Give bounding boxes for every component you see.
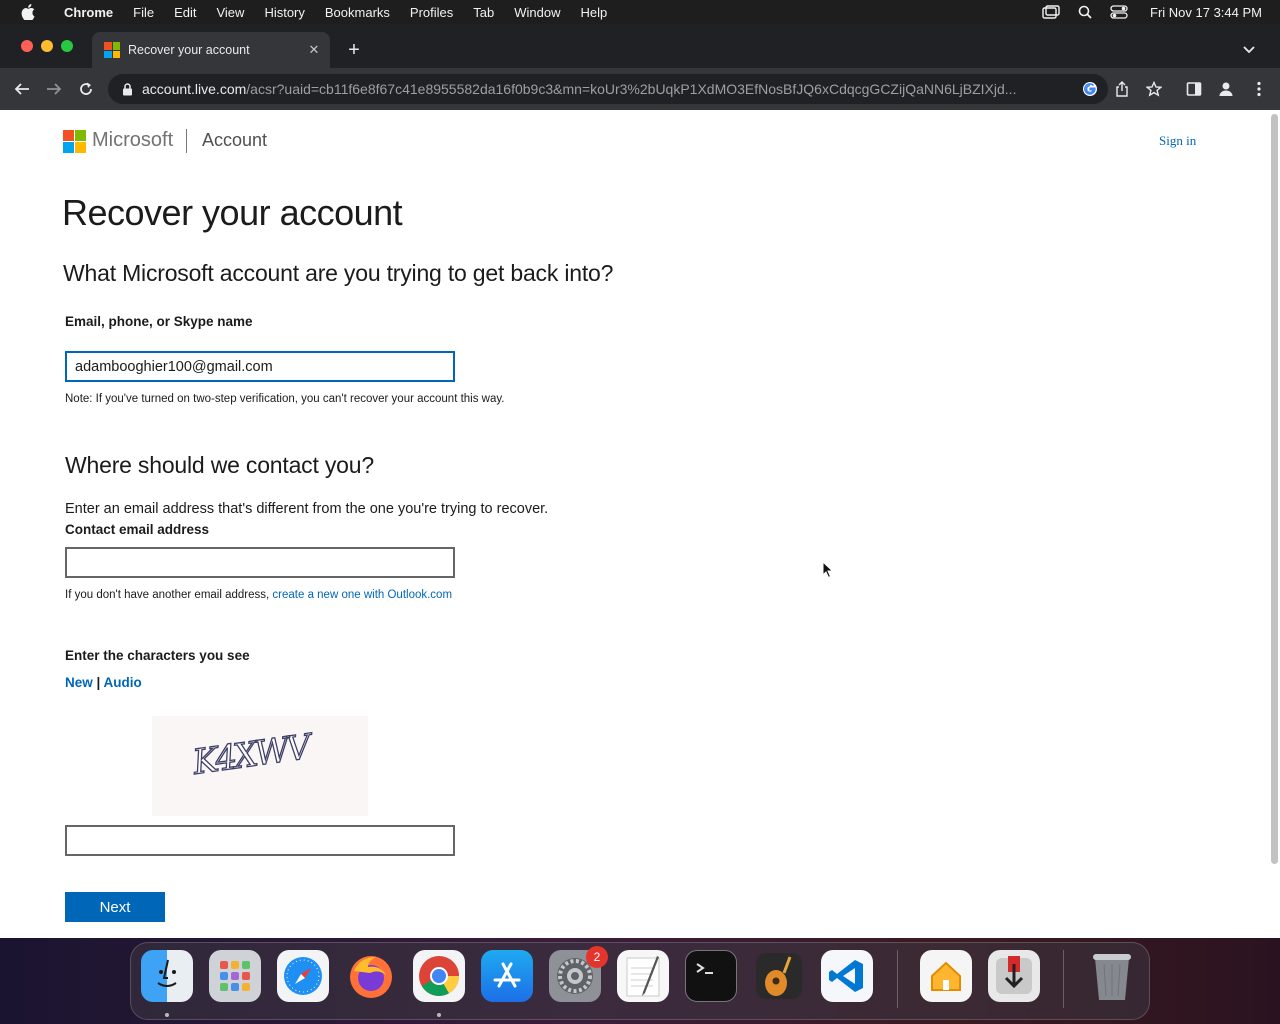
tab-close-icon[interactable]: ✕ — [306, 42, 322, 58]
page-subtitle: What Microsoft account are you trying to… — [63, 260, 614, 286]
menubar-clock[interactable]: Fri Nov 17 3:44 PM — [1150, 5, 1262, 20]
microsoft-favicon-icon — [104, 42, 120, 58]
microsoft-wordmark[interactable]: Microsoft — [92, 129, 173, 152]
captcha-new-link[interactable]: New — [65, 675, 93, 690]
finder-icon[interactable] — [141, 950, 193, 1002]
app-store-icon[interactable] — [481, 950, 533, 1002]
captcha-audio-link[interactable]: Audio — [104, 675, 142, 690]
account-email-input[interactable] — [65, 351, 455, 382]
mouse-pointer-icon — [822, 560, 834, 579]
create-outlook-link[interactable]: create a new one with Outlook.com — [272, 589, 452, 601]
screen-mirroring-icon[interactable] — [1042, 4, 1060, 20]
chrome-icon[interactable] — [413, 950, 465, 1002]
tab-title: Recover your account — [128, 43, 250, 57]
terminal-icon[interactable] — [685, 950, 737, 1002]
page-title: Recover your account — [62, 192, 403, 233]
menu-profiles[interactable]: Profiles — [400, 5, 463, 20]
contact-instruction: Enter an email address that's different … — [65, 501, 549, 517]
bookmark-star-icon[interactable] — [1146, 81, 1162, 97]
captcha-text: K4XWV — [189, 726, 317, 783]
menu-window[interactable]: Window — [504, 5, 570, 20]
safari-icon[interactable] — [277, 950, 329, 1002]
textedit-icon[interactable] — [617, 950, 669, 1002]
profile-avatar-icon[interactable] — [1216, 79, 1236, 99]
web-page: Microsoft Account Sign in Recover your a… — [0, 110, 1280, 938]
captcha-input[interactable] — [65, 825, 455, 856]
header-divider — [186, 129, 187, 153]
garageband-icon[interactable] — [753, 950, 805, 1002]
browser-tab-strip: Recover your account ✕ + — [0, 24, 1280, 68]
captcha-image: K4XWV — [152, 716, 368, 816]
trash-icon[interactable] — [1086, 950, 1138, 1002]
spotlight-search-icon[interactable] — [1076, 4, 1094, 20]
contact-heading: Where should we contact you? — [65, 452, 374, 478]
captcha-label: Enter the characters you see — [65, 648, 250, 663]
menu-app-name[interactable]: Chrome — [50, 5, 123, 20]
contact-email-input[interactable] — [65, 547, 455, 578]
browser-toolbar: account.live.com/acsr?uaid=cb11f6e8f67c4… — [0, 68, 1280, 110]
downloader-icon[interactable] — [988, 950, 1040, 1002]
sign-in-link[interactable]: Sign in — [1159, 133, 1196, 149]
finder-running-indicator — [165, 1013, 169, 1017]
dock-separator — [897, 950, 898, 1008]
firefox-icon[interactable] — [345, 950, 397, 1002]
url-host: account.live.com — [142, 81, 247, 97]
settings-notification-badge: 2 — [586, 946, 608, 968]
share-icon[interactable] — [1114, 81, 1130, 97]
contact-email-label: Contact email address — [65, 522, 210, 537]
account-field-label: Email, phone, or Skype name — [65, 314, 253, 329]
tab-search-chevron-icon[interactable] — [1242, 42, 1258, 54]
two-step-note: Note: If you've turned on two-step verif… — [65, 393, 505, 405]
apple-menu-icon[interactable] — [18, 2, 38, 22]
url-path: /acsr?uaid=cb11f6e8f67c41e8955582da16f0b… — [246, 81, 1017, 97]
lock-icon[interactable] — [120, 82, 134, 96]
control-center-icon[interactable] — [1110, 4, 1128, 20]
vscode-icon[interactable] — [821, 950, 873, 1002]
chrome-running-indicator — [437, 1013, 441, 1017]
launchpad-icon[interactable] — [209, 950, 261, 1002]
page-scrollbar[interactable] — [1271, 114, 1278, 864]
menu-view[interactable]: View — [206, 5, 254, 20]
menu-help[interactable]: Help — [571, 5, 618, 20]
outlook-note-text: If you don't have another email address, — [65, 589, 273, 601]
menu-history[interactable]: History — [254, 5, 314, 20]
next-button[interactable]: Next — [65, 892, 165, 922]
window-zoom-button[interactable] — [61, 40, 73, 52]
menu-file[interactable]: File — [123, 5, 164, 20]
menu-edit[interactable]: Edit — [164, 5, 206, 20]
macos-menu-bar: Chrome File Edit View History Bookmarks … — [0, 0, 1280, 24]
captcha-options: New | Audio — [65, 675, 142, 690]
captcha-separator: | — [92, 675, 104, 690]
header-account-label[interactable]: Account — [202, 130, 267, 151]
address-url[interactable]: account.live.com/acsr?uaid=cb11f6e8f67c4… — [142, 81, 1072, 97]
dock-separator-2 — [1063, 950, 1064, 1008]
window-minimize-button[interactable] — [41, 40, 53, 52]
menu-tab[interactable]: Tab — [463, 5, 504, 20]
new-tab-button[interactable]: + — [342, 38, 366, 62]
google-lens-icon[interactable] — [1082, 81, 1098, 97]
chrome-menu-icon[interactable] — [1249, 79, 1269, 99]
reload-icon[interactable] — [74, 77, 98, 101]
forward-arrow-icon[interactable] — [42, 77, 66, 101]
browser-tab-active[interactable]: Recover your account ✕ — [92, 32, 330, 68]
home-icon[interactable] — [920, 950, 972, 1002]
window-close-button[interactable] — [21, 40, 33, 52]
back-arrow-icon[interactable] — [10, 77, 34, 101]
address-bar[interactable]: account.live.com/acsr?uaid=cb11f6e8f67c4… — [108, 74, 1108, 104]
outlook-note: If you don't have another email address,… — [65, 589, 452, 601]
menu-bookmarks[interactable]: Bookmarks — [315, 5, 400, 20]
side-panel-icon[interactable] — [1184, 79, 1204, 99]
microsoft-logo-icon[interactable] — [63, 130, 86, 153]
